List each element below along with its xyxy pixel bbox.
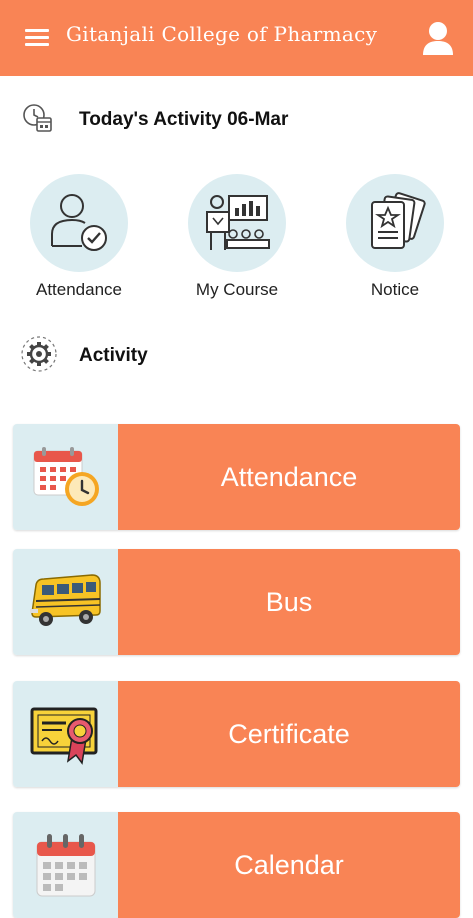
- activity-card-bus-label: Bus: [118, 549, 460, 655]
- activity-card-attendance[interactable]: Attendance: [13, 424, 460, 530]
- user-profile-icon[interactable]: [421, 20, 455, 56]
- school-bus-icon: [13, 549, 118, 655]
- activity-card-calendar-label: Calendar: [118, 812, 460, 918]
- classroom-presentation-icon: [188, 174, 286, 272]
- app-title: Gitanjali College of Pharmacy: [66, 22, 378, 46]
- hamburger-menu-icon[interactable]: [25, 29, 49, 47]
- clock-calendar-icon: [20, 101, 54, 139]
- quick-my-course-label: My Course: [195, 280, 279, 299]
- activity-section: Activity: [20, 335, 148, 377]
- activity-card-certificate-label: Certificate: [118, 681, 460, 787]
- app-header: Gitanjali College of Pharmacy: [0, 0, 473, 76]
- calendar-clock-icon: [13, 424, 118, 530]
- activity-card-bus[interactable]: Bus: [13, 549, 460, 655]
- quick-my-course[interactable]: My Course: [167, 174, 307, 300]
- activity-card-certificate[interactable]: Certificate: [13, 681, 460, 787]
- quick-notice-label: Notice: [370, 280, 420, 299]
- activity-heading: Activity: [79, 345, 148, 366]
- notice-cards-icon: [346, 174, 444, 272]
- person-check-icon: [30, 174, 128, 272]
- activity-card-attendance-label: Attendance: [118, 424, 460, 530]
- quick-notice[interactable]: Notice: [325, 174, 465, 300]
- gear-icon: [20, 335, 58, 377]
- today-activity-section: Today's Activity 06-Mar: [20, 101, 288, 139]
- certificate-icon: [13, 681, 118, 787]
- today-activity-heading: Today's Activity 06-Mar: [79, 109, 289, 130]
- quick-attendance[interactable]: Attendance: [9, 174, 149, 300]
- quick-attendance-label: Attendance: [35, 280, 122, 299]
- activity-card-calendar[interactable]: Calendar: [13, 812, 460, 918]
- calendar-icon: [13, 812, 118, 918]
